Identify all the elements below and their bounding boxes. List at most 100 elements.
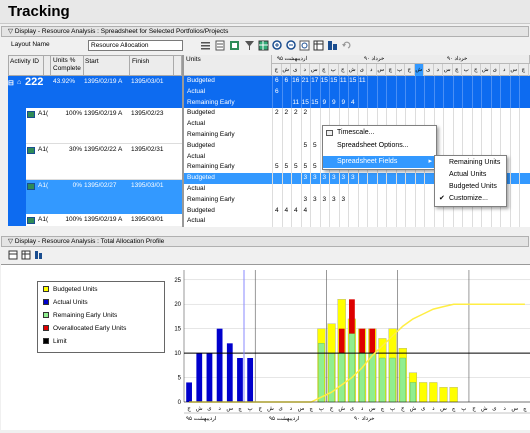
table-row[interactable]: A1( 100% 1395/02/19 A 1395/03/01 (8, 214, 182, 226)
spreadsheet-cell[interactable]: 2 (282, 108, 292, 118)
day-column-header[interactable]: د (500, 64, 510, 76)
top-panel-header[interactable]: ▽ Display - Resource Analysis : Spreadsh… (1, 26, 529, 37)
spreadsheet-cell[interactable]: 9 (339, 98, 349, 108)
spreadsheet-cell[interactable]: 5 (310, 162, 320, 172)
spreadsheet-row[interactable]: Budgeted 6 6 16 21 17 15 15 11 15 11 (184, 76, 530, 87)
spreadsheet-cell[interactable]: 5 (310, 141, 320, 151)
spreadsheet-cell[interactable]: 3 (310, 195, 320, 205)
day-column-header[interactable]: س (377, 64, 386, 76)
spreadsheet-cell[interactable]: 4 (291, 206, 301, 216)
spreadsheet-icon[interactable] (21, 250, 31, 260)
zoom-in-icon[interactable] (272, 40, 282, 50)
day-column-header[interactable]: پ (462, 64, 472, 76)
spreadsheet-cell[interactable]: 5 (282, 162, 292, 172)
day-column-header[interactable]: س (443, 64, 453, 76)
undo-icon[interactable] (342, 41, 351, 49)
menu-item-spreadsheet-fields[interactable]: Spreadsheet Fields ▸ (323, 156, 436, 168)
spreadsheet-cell[interactable]: 15 (310, 98, 320, 108)
table-row[interactable]: A1( 100% 1395/02/19 A 1395/02/23 (8, 108, 182, 144)
grid-icon[interactable] (258, 40, 269, 51)
spreadsheet-cell[interactable]: 3 (320, 173, 330, 183)
spreadsheet-cell[interactable]: 16 (291, 76, 301, 86)
submenu-item-remaining-units[interactable]: Remaining Units (435, 157, 506, 169)
spreadsheet-cell[interactable]: 17 (310, 76, 320, 86)
spreadsheet-cell[interactable]: 6 (272, 76, 282, 86)
day-column-header[interactable]: د (434, 64, 443, 76)
spreadsheet-cell[interactable]: 21 (301, 76, 311, 86)
group-sort-icon[interactable] (230, 41, 239, 50)
spreadsheet-cell[interactable]: 15 (348, 76, 358, 86)
spreadsheet-row[interactable]: Actual (184, 216, 530, 228)
spreadsheet-cell[interactable]: 15 (320, 76, 330, 86)
spreadsheet-cell[interactable]: 3 (301, 195, 311, 205)
spreadsheet-cell[interactable]: 11 (339, 76, 349, 86)
day-column-header[interactable]: ج (339, 64, 348, 76)
spreadsheet-cell[interactable]: 5 (272, 162, 282, 172)
spreadsheet-cell[interactable]: 4 (272, 206, 282, 216)
day-column-header[interactable]: ی (291, 64, 301, 76)
spreadsheet-cell[interactable]: 9 (320, 98, 330, 108)
table-row[interactable]: A1( 30% 1395/02/22 A 1395/02/31 (8, 144, 182, 180)
spreadsheet-cell[interactable]: 3 (310, 173, 320, 183)
zoom-out-icon[interactable] (286, 40, 296, 50)
spreadsheet-cell[interactable]: 5 (301, 141, 311, 151)
day-column-header[interactable]: چ (519, 64, 529, 76)
day-column-header[interactable]: س (310, 64, 320, 76)
spreadsheet-cell[interactable]: 9 (329, 98, 339, 108)
spreadsheet-row[interactable]: Budgeted 4 4 4 4 (184, 205, 530, 217)
resource-icon[interactable] (35, 251, 42, 259)
spreadsheet-cell[interactable]: 4 (301, 206, 311, 216)
spreadsheet-cell[interactable]: 3 (329, 195, 339, 205)
bottom-panel-header[interactable]: ▽ Display - Resource Analysis : Total Al… (1, 236, 529, 247)
timescale-icon[interactable] (299, 40, 310, 51)
day-column-header[interactable]: ش (414, 64, 424, 76)
day-column-header[interactable]: چ (386, 64, 396, 76)
filter-icon[interactable] (245, 41, 254, 50)
column-start[interactable]: Start (84, 57, 124, 67)
resource-icon[interactable] (328, 41, 337, 50)
day-column-header[interactable]: ج (272, 64, 282, 76)
menu-item-spreadsheet-options[interactable]: Spreadsheet Options... (323, 140, 436, 152)
spreadsheet-cell[interactable]: 15 (301, 98, 311, 108)
submenu-item-customize[interactable]: ✔ Customize... (435, 193, 506, 205)
spreadsheet-row[interactable]: Remaining Early 11 15 15 9 9 9 4 (184, 97, 530, 109)
spreadsheet-row[interactable]: Budgeted 2 2 2 2 (184, 108, 530, 120)
chart-options-icon[interactable] (8, 250, 18, 260)
column-units-complete[interactable]: Units % Complete (52, 57, 82, 73)
expand-icon[interactable]: ⊟ (8, 79, 14, 87)
day-column-header[interactable]: د (367, 64, 377, 76)
columns-icon[interactable] (201, 42, 210, 50)
day-column-header[interactable]: د (301, 64, 310, 76)
menu-item-timescale[interactable]: Timescale... (323, 127, 436, 139)
day-column-header[interactable]: چ (453, 64, 462, 76)
spreadsheet-cell[interactable]: 3 (348, 173, 358, 183)
spreadsheet-cell[interactable]: 11 (358, 76, 368, 86)
spreadsheet-cell[interactable]: 2 (272, 108, 282, 118)
day-column-header[interactable]: ی (424, 64, 434, 76)
spreadsheet-cell[interactable]: 11 (291, 98, 301, 108)
day-column-header[interactable]: س (510, 64, 519, 76)
collapse-arrow-icon[interactable]: ▽ (8, 238, 15, 245)
units-column-header[interactable]: Units (184, 55, 272, 76)
day-column-header[interactable]: چ (320, 64, 329, 76)
spreadsheet-cell[interactable]: 3 (339, 173, 349, 183)
column-activity-id[interactable]: Activity ID (9, 57, 43, 67)
day-column-header[interactable]: پ (329, 64, 339, 76)
submenu-item-actual-units[interactable]: Actual Units (435, 169, 506, 181)
day-column-header[interactable]: ش (348, 64, 358, 76)
day-column-header[interactable]: ی (358, 64, 367, 76)
day-column-header[interactable]: ش (282, 64, 291, 76)
day-column-header[interactable]: ی (491, 64, 500, 76)
spreadsheet-cell[interactable]: 6 (282, 76, 292, 86)
spreadsheet-cell[interactable]: 15 (329, 76, 339, 86)
spreadsheet-cell[interactable]: 5 (301, 162, 311, 172)
spreadsheet-cell[interactable]: 3 (329, 173, 339, 183)
layout-name-field[interactable]: Resource Allocation (88, 40, 183, 51)
collapse-arrow-icon[interactable]: ▽ (8, 28, 15, 35)
spreadsheet-row[interactable]: Actual 6 (184, 86, 530, 98)
filter-list-icon[interactable] (215, 40, 225, 51)
spreadsheet-cell[interactable]: 2 (291, 108, 301, 118)
table-row[interactable]: ⊟ ⌂ 222 43.92% 1395/02/19 A 1395/03/01 (8, 76, 182, 108)
day-column-header[interactable]: ج (472, 64, 481, 76)
column-finish[interactable]: Finish (131, 57, 171, 67)
